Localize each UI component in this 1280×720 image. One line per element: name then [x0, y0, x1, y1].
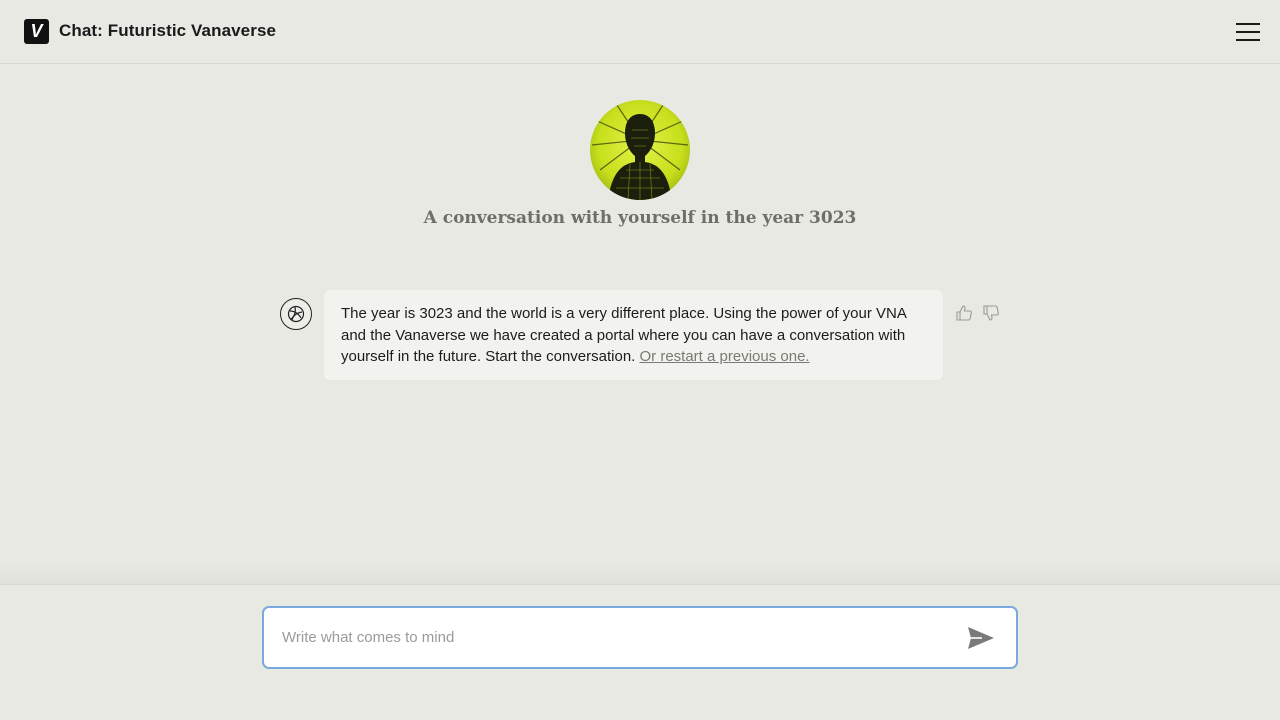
future-self-avatar	[590, 100, 690, 200]
restart-previous-link[interactable]: Or restart a previous one.	[640, 348, 810, 365]
message-composer	[262, 606, 1018, 669]
scroll-fade	[0, 560, 1280, 584]
page-title: Chat: Futuristic Vanaverse	[59, 21, 277, 40]
app-logo-icon[interactable]: V	[24, 19, 49, 44]
send-icon[interactable]	[966, 625, 996, 651]
hamburger-menu-icon[interactable]	[1234, 20, 1262, 44]
bot-avatar-icon	[280, 298, 312, 330]
thumbs-up-icon[interactable]	[955, 304, 973, 322]
logo-letter: V	[30, 21, 43, 41]
message-text: The year is 3023 and the world is a very…	[341, 305, 907, 365]
top-bar: V Chat: Futuristic Vanaverse	[0, 0, 1280, 64]
thumbs-down-icon[interactable]	[982, 304, 1000, 322]
message-input[interactable]	[282, 608, 942, 667]
chat-subtitle: A conversation with yourself in the year…	[423, 208, 857, 228]
bot-message: The year is 3023 and the world is a very…	[324, 290, 943, 380]
